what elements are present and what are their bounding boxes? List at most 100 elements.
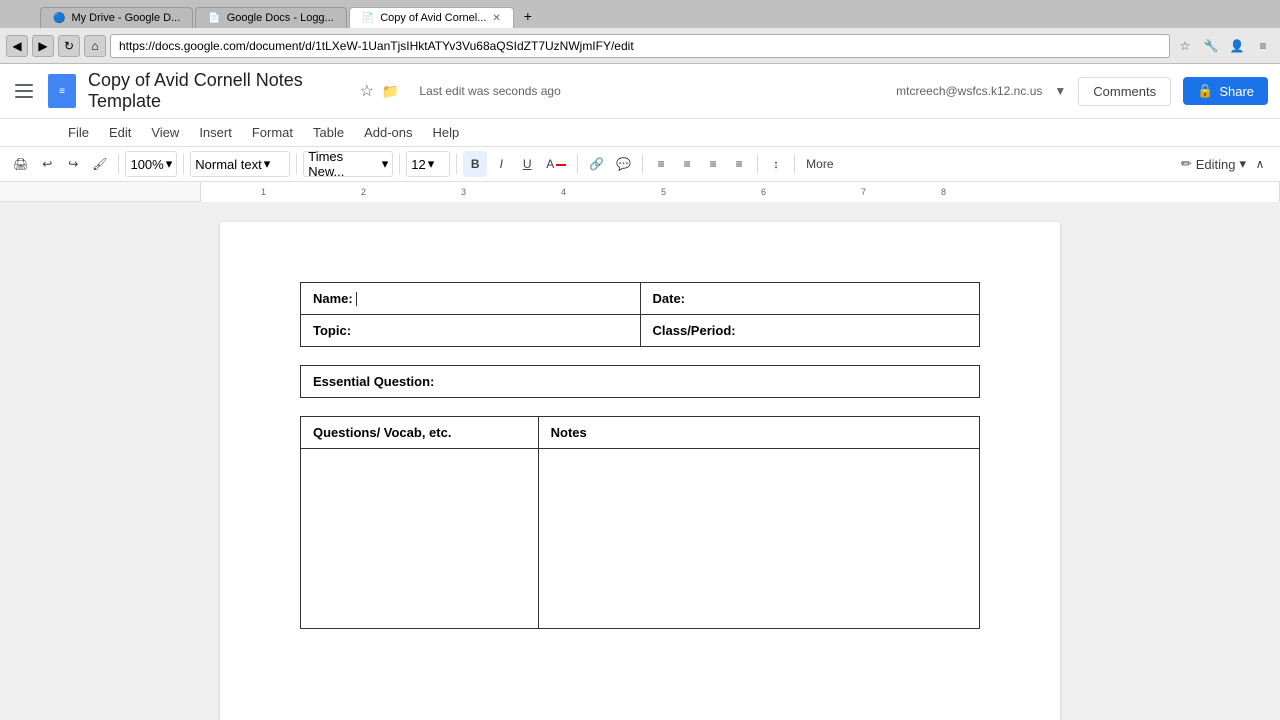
ruler: 1 2 3 4 5 6 7 8 <box>0 182 1280 202</box>
hamburger-line-2 <box>15 90 33 92</box>
redo-button[interactable]: ↪ <box>61 151 85 177</box>
tab-3-label: Copy of Avid Cornel... <box>380 12 486 24</box>
align-left-button[interactable]: ≡ <box>649 151 673 177</box>
ruler-mark-5: 5 <box>661 187 666 197</box>
separator-5 <box>456 154 457 174</box>
doc-title-text: Copy of Avid Cornell Notes Template <box>88 70 352 112</box>
line-spacing-button[interactable]: ↕ <box>764 151 788 177</box>
italic-button[interactable]: I <box>489 151 513 177</box>
cursor <box>356 292 357 306</box>
tab-2-favicon: 📄 <box>208 13 220 24</box>
extension-icon[interactable]: 🔧 <box>1200 35 1222 57</box>
tab-1-favicon: 🔵 <box>53 13 65 24</box>
link-button[interactable]: 🔗 <box>584 151 609 177</box>
star-icon[interactable]: ☆ <box>360 81 374 101</box>
align-center-button[interactable]: ≡ <box>675 151 699 177</box>
tab-3-close[interactable]: ✕ <box>492 13 500 24</box>
class-cell[interactable]: Class/Period: <box>640 315 980 347</box>
name-cell[interactable]: Name: <box>301 283 641 315</box>
editing-mode-selector[interactable]: ✏ Editing ▾ <box>1181 156 1246 172</box>
paint-format-button[interactable]: 🖌 <box>87 151 112 177</box>
star-nav-icon[interactable]: ☆ <box>1174 35 1196 57</box>
share-button[interactable]: 🔒 Share <box>1183 77 1268 105</box>
doc-area[interactable]: Name: Date: Topic: Class/Period: <box>0 202 1280 720</box>
notes-table: Questions/ Vocab, etc. Notes <box>300 416 980 629</box>
editing-dropdown-icon: ▾ <box>1239 156 1246 172</box>
essential-question-box[interactable]: Essential Question: <box>300 365 980 398</box>
comments-button[interactable]: Comments <box>1078 77 1171 106</box>
tab-1-label: My Drive - Google D... <box>71 12 180 24</box>
user-email: mtcreech@wsfcs.k12.nc.us <box>896 84 1042 98</box>
hamburger-line-1 <box>15 84 33 86</box>
class-label: Class/Period: <box>653 323 736 338</box>
app-header: ≡ Copy of Avid Cornell Notes Template ☆ … <box>0 64 1280 119</box>
menu-nav-icon[interactable]: ≡ <box>1252 35 1274 57</box>
back-button[interactable]: ◀ <box>6 35 28 57</box>
font-size-value: 12 <box>411 157 425 172</box>
font-value: Times New... <box>308 149 379 179</box>
menu-file[interactable]: File <box>60 121 97 144</box>
tab-3[interactable]: 📄 Copy of Avid Cornel... ✕ <box>349 7 514 28</box>
font-size-box[interactable]: 12 ▾ <box>406 151 450 177</box>
menu-edit[interactable]: Edit <box>101 121 139 144</box>
add-tab-button[interactable]: + <box>516 4 540 28</box>
zoom-dropdown-icon: ▾ <box>166 156 173 172</box>
ruler-mark-2: 2 <box>361 187 366 197</box>
align-right-button[interactable]: ≡ <box>701 151 725 177</box>
separator-4 <box>399 154 400 174</box>
folder-icon[interactable]: 📁 <box>382 83 399 100</box>
font-size-dropdown-icon: ▾ <box>428 156 435 172</box>
font-select-box[interactable]: Times New... ▾ <box>303 151 393 177</box>
text-color-button[interactable]: A <box>541 151 571 177</box>
menu-view[interactable]: View <box>143 121 187 144</box>
undo-button[interactable]: ↩ <box>35 151 59 177</box>
notes-header: Notes <box>538 417 979 449</box>
url-bar[interactable] <box>110 34 1170 58</box>
separator-3 <box>296 154 297 174</box>
zoom-select-box[interactable]: 100% ▾ <box>125 151 177 177</box>
menu-insert[interactable]: Insert <box>191 121 240 144</box>
date-cell[interactable]: Date: <box>640 283 980 315</box>
menu-help[interactable]: Help <box>425 121 468 144</box>
notes-header-row: Questions/ Vocab, etc. Notes <box>301 417 980 449</box>
questions-header: Questions/ Vocab, etc. <box>301 417 539 449</box>
tab-2-label: Google Docs - Logg... <box>227 12 334 24</box>
refresh-button[interactable]: ↻ <box>58 35 80 57</box>
separator-9 <box>794 154 795 174</box>
home-button[interactable]: ⌂ <box>84 35 106 57</box>
tab-bar: 🔵 My Drive - Google D... 📄 Google Docs -… <box>0 0 1280 28</box>
collapse-toolbar-button[interactable]: ∧ <box>1248 151 1272 177</box>
style-select-box[interactable]: Normal text ▾ <box>190 151 290 177</box>
style-value: Normal text <box>195 157 261 172</box>
menu-format[interactable]: Format <box>244 121 301 144</box>
menu-addons[interactable]: Add-ons <box>356 121 420 144</box>
tab-1[interactable]: 🔵 My Drive - Google D... <box>40 7 193 28</box>
forward-button[interactable]: ▶ <box>32 35 54 57</box>
user-icon[interactable]: 👤 <box>1226 35 1248 57</box>
tab-2[interactable]: 📄 Google Docs - Logg... <box>195 7 346 28</box>
editing-label: Editing <box>1196 157 1236 172</box>
justify-button[interactable]: ≡ <box>727 151 751 177</box>
underline-button[interactable]: U <box>515 151 539 177</box>
menu-bar: File Edit View Insert Format Table Add-o… <box>0 119 1280 147</box>
ruler-mark-1: 1 <box>261 187 266 197</box>
questions-content-cell[interactable] <box>301 449 539 629</box>
account-dropdown-icon[interactable]: ▼ <box>1054 84 1066 98</box>
ruler-mark-8: 8 <box>941 187 946 197</box>
notes-content-cell[interactable] <box>538 449 979 629</box>
separator-1 <box>118 154 119 174</box>
print-button[interactable]: 🖨 <box>8 151 33 177</box>
toolbar: 🖨 ↩ ↪ 🖌 100% ▾ Normal text ▾ Times New..… <box>0 147 1280 182</box>
topic-cell[interactable]: Topic: <box>301 315 641 347</box>
docs-app-icon: ≡ <box>48 74 76 108</box>
font-dropdown-icon: ▾ <box>382 156 389 172</box>
pencil-icon: ✏ <box>1181 156 1192 172</box>
bold-button[interactable]: B <box>463 151 487 177</box>
share-lock-icon: 🔒 <box>1197 83 1213 99</box>
hamburger-button[interactable] <box>12 79 36 103</box>
zoom-value: 100% <box>130 157 163 172</box>
more-button[interactable]: More <box>801 151 838 177</box>
menu-table[interactable]: Table <box>305 121 352 144</box>
separator-2 <box>183 154 184 174</box>
comment-inline-button[interactable]: 💬 <box>611 151 636 177</box>
